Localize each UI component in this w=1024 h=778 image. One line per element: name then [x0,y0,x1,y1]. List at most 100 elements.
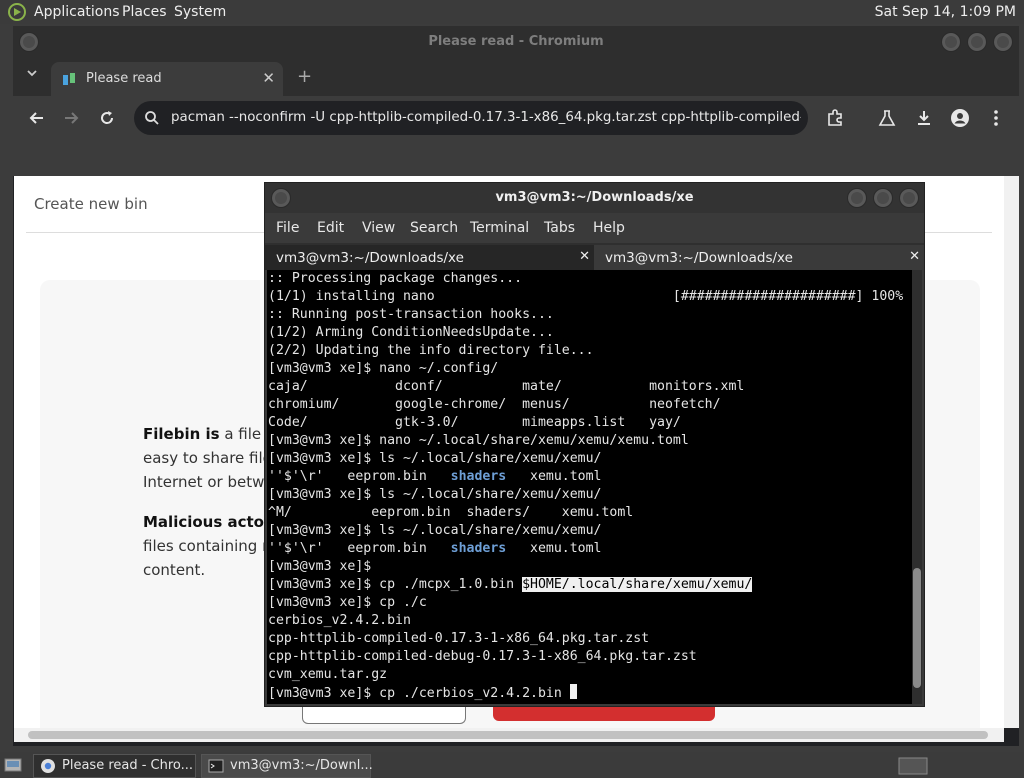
menu-file[interactable]: File [276,220,299,236]
chromium-titlebar[interactable]: Please read - Chromium [13,26,1019,58]
search-icon [144,110,160,126]
tab-please-read[interactable]: Please read ✕ [51,62,283,96]
taskbar-item-label: Please read - Chro... [62,758,194,773]
minimize-button[interactable] [941,32,961,52]
clock[interactable]: Sat Sep 14, 1:09 PM [875,4,1016,20]
malicious-paragraph-line-2: files containing m [143,537,277,555]
text-cursor [569,684,577,699]
terminal-line: cerbios_v2.4.2.bin [268,613,411,628]
extensions-icon[interactable] [825,108,845,128]
terminal-tab-2-close-icon[interactable]: ✕ [909,249,920,264]
tab-favicon-icon [61,71,77,87]
terminal-tab-1[interactable]: vm3@vm3:~/Downloads/xe ✕ [265,245,594,270]
terminal-line: :: Processing package changes... [268,271,523,286]
terminal-tab-2[interactable]: vm3@vm3:~/Downloads/xe ✕ [594,245,924,270]
filebin-paragraph-line-2: easy to share files [143,449,280,467]
more-menu-icon[interactable] [986,108,1006,128]
workspace-switcher-icon[interactable] [896,757,930,775]
close-window-button[interactable] [993,32,1013,52]
menu-terminal[interactable]: Terminal [470,220,529,236]
chromium-icon [40,758,56,774]
terminal-window: vm3@vm3:~/Downloads/xe File Edit View Se… [265,183,924,706]
terminal-line: [vm3@vm3 xe]$ [268,559,372,574]
tab-search-chevron-icon[interactable] [26,67,38,79]
tab-label: Please read [86,71,162,86]
mate-logo-icon[interactable] [8,3,26,21]
terminal-line: [vm3@vm3 xe]$ nano ~/.local/share/xemu/x… [268,433,689,448]
bottom-panel: Please read - Chro... vm3@vm3:~/Downl... [0,752,1024,778]
address-text: pacman --noconfirm -U cpp-httplib-compil… [171,110,801,125]
terminal-menubar: File Edit View Search Terminal Tabs Help [265,213,924,243]
directory-shaders: shaders [450,541,507,556]
terminal-icon [208,758,224,774]
chromium-toolbar: pacman --noconfirm -U cpp-httplib-compil… [13,96,1019,140]
terminal-line: [vm3@vm3 xe]$ nano ~/.config/ [268,361,499,376]
top-panel: Applications Places System Sat Sep 14, 1… [0,0,1024,24]
maximize-button[interactable] [967,32,987,52]
labs-flask-icon[interactable] [877,108,897,128]
terminal-line: chromium/ google-chrome/ menus/ neofetch… [268,397,721,412]
terminal-tab-bar: vm3@vm3:~/Downloads/xe ✕ vm3@vm3:~/Downl… [265,243,924,270]
menu-search[interactable]: Search [410,220,458,236]
terminal-line-ls-output: ''$'\r' eeprom.bin shaders xemu.toml [268,469,602,484]
create-new-bin-link[interactable]: Create new bin [34,195,148,213]
terminal-scrollbar-thumb[interactable] [913,568,921,688]
show-desktop-icon[interactable] [4,756,22,774]
menu-edit[interactable]: Edit [317,220,344,236]
terminal-maximize-button[interactable] [873,188,893,208]
terminal-scrollbar[interactable] [912,270,922,704]
terminal-line: cpp-httplib-compiled-0.17.3-1-x86_64.pkg… [268,631,650,646]
taskbar-item-chromium[interactable]: Please read - Chro... [33,754,196,778]
download-icon[interactable] [914,108,934,128]
tab-close-icon[interactable]: ✕ [262,69,275,87]
terminal-line: [vm3@vm3 xe]$ ls ~/.local/share/xemu/xem… [268,523,602,538]
scrollbar-thumb[interactable] [28,731,988,739]
terminal-line: (1/2) Arming ConditionNeedsUpdate... [268,325,554,340]
terminal-line-cp-mcpx: [vm3@vm3 xe]$ cp ./mcpx_1.0.bin $HOME/.l… [268,577,753,592]
profile-avatar-icon[interactable] [950,108,970,128]
taskbar-item-label: vm3@vm3:~/Downl... [230,758,373,773]
terminal-tab-2-label: vm3@vm3:~/Downloads/xe [605,250,793,266]
menu-system[interactable]: System [174,4,226,20]
terminal-prompt-line: [vm3@vm3 xe]$ cp ./cerbios_v2.4.2.bin [268,684,577,702]
page-horizontal-scrollbar[interactable] [14,728,1004,742]
taskbar-item-terminal[interactable]: vm3@vm3:~/Downl... [201,754,373,778]
menu-tabs[interactable]: Tabs [544,220,575,236]
terminal-line: [vm3@vm3 xe]$ cp ./c [268,595,427,610]
terminal-title: vm3@vm3:~/Downloads/xe [495,190,694,205]
reload-icon[interactable] [97,108,117,128]
chromium-window-title: Please read - Chromium [428,34,604,49]
terminal-line: [vm3@vm3 xe]$ ls ~/.local/share/xemu/xem… [268,487,602,502]
terminal-line: (2/2) Updating the info directory file..… [268,343,594,358]
menu-view[interactable]: View [362,220,395,236]
terminal-line: ^M/ eeprom.bin shaders/ xemu.toml [268,505,634,520]
terminal-screen[interactable]: :: Processing package changes... (1/1) i… [267,270,912,704]
terminal-line: Code/ gtk-3.0/ mimeapps.list yay/ [268,415,681,430]
selected-text[interactable]: $HOME/.local/share/xemu/xemu/ [522,577,753,592]
terminal-titlebar[interactable]: vm3@vm3:~/Downloads/xe [265,183,924,213]
terminal-line: [vm3@vm3 xe]$ ls ~/.local/share/xemu/xem… [268,451,602,466]
terminal-line: :: Running post-transaction hooks... [268,307,554,322]
terminal-close-button[interactable] [899,188,919,208]
malicious-paragraph-line-3: content. [143,561,206,579]
terminal-minimize-button[interactable] [847,188,867,208]
menu-places[interactable]: Places [122,4,167,20]
filebin-paragraph-line-1: Filebin is a file sh [143,425,284,443]
forward-icon[interactable] [61,108,81,128]
terminal-line: cvm_xemu.tar.gz [268,667,388,682]
toolbar-spacer [13,140,1019,176]
terminal-line: caja/ dconf/ mate/ monitors.xml [268,379,745,394]
terminal-line: cpp-httplib-compiled-debug-0.17.3-1-x86_… [268,649,697,664]
malicious-paragraph-line-1: Malicious actors [143,513,281,531]
terminal-tab-1-close-icon[interactable]: ✕ [579,249,590,264]
filebin-paragraph-line-3: Internet or betwe [143,473,274,491]
terminal-tab-1-label: vm3@vm3:~/Downloads/xe [276,250,464,266]
address-bar[interactable]: pacman --noconfirm -U cpp-httplib-compil… [134,101,808,135]
tab-strip: Please read ✕ + [13,58,1019,96]
menu-applications[interactable]: Applications [34,4,120,20]
back-icon[interactable] [27,108,47,128]
menu-help[interactable]: Help [593,220,625,236]
directory-shaders: shaders [450,469,507,484]
page-vertical-scrollbar[interactable] [1004,176,1019,728]
new-tab-icon[interactable]: + [297,66,312,87]
